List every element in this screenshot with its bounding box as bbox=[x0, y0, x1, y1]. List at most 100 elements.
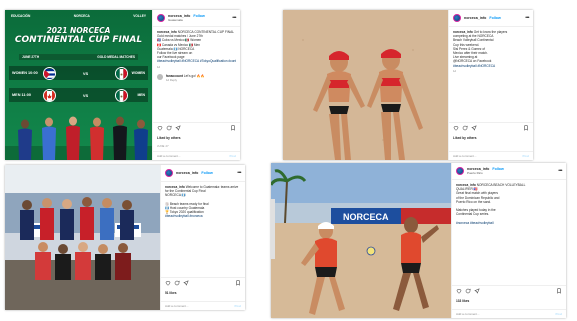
more-icon[interactable]: ••• bbox=[525, 15, 529, 21]
match-result: MEN bbox=[137, 93, 145, 97]
follow-button[interactable]: Follow bbox=[201, 171, 212, 175]
action-bar bbox=[153, 122, 240, 133]
action-bar bbox=[449, 122, 533, 133]
bookmark-icon[interactable] bbox=[523, 125, 529, 131]
caption: norceca_info NORCECA CONTINENTAL CUP FIN… bbox=[153, 27, 240, 72]
post-3: norceca_info Follow ••• norceca_info Wel… bbox=[5, 165, 245, 310]
add-comment-input[interactable]: Add a comment... bbox=[453, 154, 477, 158]
heart-icon[interactable] bbox=[165, 280, 171, 286]
match-label: WOMEN 10:00 bbox=[12, 71, 38, 75]
photo-beach-players bbox=[283, 10, 448, 160]
location-link[interactable]: Puerto Rico bbox=[467, 171, 504, 175]
post-side-panel: norceca_info Follow Puerto Rico ••• norc… bbox=[451, 163, 566, 318]
poster-title-line: CONTINENTAL CUP FINAL bbox=[14, 34, 143, 45]
add-comment-bar: Add a comment... Post bbox=[153, 151, 240, 160]
poster-event: GOLD MEDAL MATCHES bbox=[97, 55, 135, 59]
action-bar bbox=[161, 277, 245, 288]
comment-icon[interactable] bbox=[174, 280, 180, 286]
likes-count[interactable]: Liked by others bbox=[157, 136, 181, 140]
comment-icon[interactable] bbox=[465, 288, 471, 294]
sponsor-bar: EDUCACIÓN NORCECA VOLLEY bbox=[11, 14, 146, 18]
post-time: 1d bbox=[453, 68, 457, 73]
avatar[interactable] bbox=[453, 14, 461, 22]
bookmark-icon[interactable] bbox=[235, 280, 241, 286]
match-row-women: WOMEN 10:00 VS WOMEN bbox=[9, 66, 148, 80]
sponsor-label: VOLLEY bbox=[133, 14, 146, 18]
canada-flag-icon bbox=[43, 88, 56, 102]
post-header: norceca_info Follow ••• bbox=[449, 10, 533, 27]
heart-icon[interactable] bbox=[456, 288, 462, 294]
avatar[interactable] bbox=[157, 14, 165, 22]
more-icon[interactable]: ••• bbox=[232, 15, 236, 21]
bookmark-icon[interactable] bbox=[556, 288, 562, 294]
comment-icon[interactable] bbox=[166, 125, 172, 131]
likes-count[interactable]: Liked by others bbox=[453, 136, 477, 140]
post-image[interactable] bbox=[5, 165, 160, 310]
hashtag-links[interactable]: #beachvolleyball #NORCECA #TokyoQualific… bbox=[157, 59, 236, 63]
photo-team-group bbox=[5, 165, 160, 310]
cuba-flag-icon bbox=[43, 66, 56, 80]
follow-button[interactable]: Follow bbox=[489, 16, 500, 20]
commenter-avatar[interactable] bbox=[157, 73, 163, 80]
heart-icon[interactable] bbox=[157, 125, 163, 131]
username-link[interactable]: norceca_info bbox=[464, 16, 486, 20]
banner-text-decoration: NORCECA bbox=[343, 212, 389, 222]
likes-count[interactable]: 133 likes bbox=[456, 299, 469, 303]
hashtag-links[interactable]: #norceca #beachvolleyball bbox=[456, 221, 562, 225]
comment-text: Let's go! 🔥🔥 bbox=[183, 73, 205, 78]
heart-icon[interactable] bbox=[453, 125, 459, 131]
add-comment-bar: Add a comment... Post bbox=[452, 309, 566, 318]
comment-icon[interactable] bbox=[462, 125, 468, 131]
add-comment-input[interactable]: Add a comment... bbox=[456, 312, 480, 316]
post-header: norceca_info Follow ••• bbox=[161, 165, 245, 182]
vs-label: VS bbox=[82, 92, 89, 98]
vs-label: VS bbox=[82, 70, 89, 76]
username-link[interactable]: norceca_info bbox=[176, 171, 198, 175]
poster-subtitle: JUNE 27TH GOLD MEDAL MATCHES bbox=[19, 54, 138, 60]
sponsor-label: NORCECA bbox=[73, 14, 90, 18]
match-result: WOMEN bbox=[131, 71, 145, 75]
add-comment-bar: Add a comment... Post bbox=[161, 301, 245, 310]
post-image[interactable] bbox=[283, 10, 448, 160]
post-image[interactable]: NORCECA bbox=[271, 163, 451, 318]
bookmark-icon[interactable] bbox=[230, 125, 236, 131]
share-icon[interactable] bbox=[175, 125, 181, 131]
add-comment-bar: Add a comment... Post bbox=[449, 151, 533, 160]
mexico-flag-icon bbox=[115, 88, 128, 102]
add-comment-input[interactable]: Add a comment... bbox=[157, 154, 181, 158]
hashtag-links[interactable]: #beachvolleyball #NORCECA bbox=[453, 64, 529, 68]
poster-date: JUNE 27TH bbox=[22, 55, 40, 59]
match-label: MEN 11:00 bbox=[12, 93, 31, 97]
location-link[interactable]: Guatemala bbox=[168, 18, 205, 22]
post-1: EDUCACIÓN NORCECA VOLLEY 2021 NORCECA CO… bbox=[5, 10, 240, 160]
post-side-panel: norceca_info Follow ••• norceca_info Get… bbox=[448, 10, 533, 160]
caption: norceca_info NORCECA BEACH VOLLEYBALL QU… bbox=[452, 180, 566, 228]
caption: norceca_info Welcome to Guatemala: teams… bbox=[161, 182, 245, 222]
post-image[interactable]: EDUCACIÓN NORCECA VOLLEY 2021 NORCECA CO… bbox=[5, 10, 152, 160]
likes-count[interactable]: 51 likes bbox=[165, 291, 177, 295]
post-2: norceca_info Follow ••• norceca_info Get… bbox=[283, 10, 533, 160]
post-time: 1d bbox=[157, 64, 161, 69]
caption: norceca_info Get to know the players com… bbox=[449, 27, 533, 76]
avatar[interactable] bbox=[456, 167, 464, 175]
mexico-flag-icon bbox=[115, 66, 128, 80]
post-4: NORCECA norceca_info Follow Puerto Rico … bbox=[271, 163, 566, 318]
post-side-panel: norceca_info Follow Guatemala ••• norcec… bbox=[152, 10, 240, 160]
add-comment-input[interactable]: Add a comment... bbox=[165, 304, 189, 308]
comment: fanaccount Let's go! 🔥🔥 1d Reply bbox=[153, 72, 240, 84]
post-comment-button[interactable]: Post bbox=[229, 154, 236, 158]
post-comment-button[interactable]: Post bbox=[234, 304, 241, 308]
more-icon[interactable]: ••• bbox=[237, 170, 241, 176]
sponsor-label: EDUCACIÓN bbox=[11, 14, 31, 18]
share-icon[interactable] bbox=[183, 280, 189, 286]
post-side-panel: norceca_info Follow ••• norceca_info Wel… bbox=[160, 165, 245, 310]
hashtag-links[interactable]: #beachvolleyball #norceca bbox=[165, 214, 241, 218]
post-comment-button[interactable]: Post bbox=[555, 312, 562, 316]
share-icon[interactable] bbox=[474, 288, 480, 294]
post-date: JUNE 27 bbox=[157, 145, 169, 148]
avatar[interactable] bbox=[165, 169, 173, 177]
share-icon[interactable] bbox=[471, 125, 477, 131]
caption-line: NORCECA BEACH VOLLEYBALL bbox=[476, 183, 526, 187]
post-comment-button[interactable]: Post bbox=[522, 154, 529, 158]
more-icon[interactable]: ••• bbox=[558, 168, 562, 174]
